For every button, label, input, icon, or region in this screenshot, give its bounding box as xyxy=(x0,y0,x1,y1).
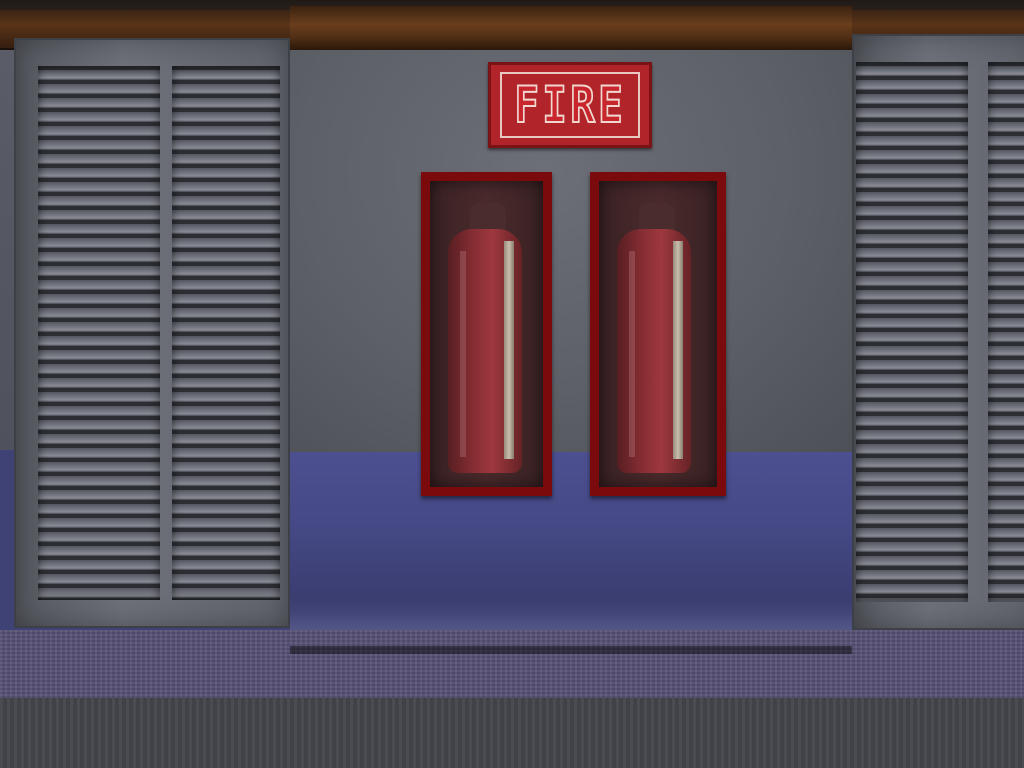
extinguisher-cabinet-left[interactable] xyxy=(421,172,552,496)
extinguisher-cabinet-right[interactable] xyxy=(590,172,726,496)
center-wall-lower-panel xyxy=(290,452,852,648)
louver-slats xyxy=(856,62,968,602)
floor xyxy=(0,698,1024,768)
extinguisher-highlight xyxy=(629,251,635,457)
fire-sign-border: FIRE xyxy=(500,72,640,138)
louver-slats xyxy=(172,66,280,600)
louver-slats xyxy=(38,66,160,600)
extinguisher-hose xyxy=(504,241,514,459)
extinguisher-hose xyxy=(673,241,683,459)
fire-sign-text: FIRE xyxy=(513,76,626,134)
louvered-panel-left xyxy=(14,38,290,628)
game-scene: FIRE xyxy=(0,0,1024,768)
center-wood-trim xyxy=(290,6,852,52)
cabinet-glass xyxy=(430,181,543,487)
cabinet-glass xyxy=(599,181,717,487)
floor-carpet xyxy=(0,630,1024,698)
louvered-panel-right xyxy=(852,34,1024,630)
louver-slats xyxy=(988,62,1024,602)
extinguisher-highlight xyxy=(460,251,466,457)
fire-sign: FIRE xyxy=(488,62,652,148)
floor-shadow xyxy=(290,646,852,654)
